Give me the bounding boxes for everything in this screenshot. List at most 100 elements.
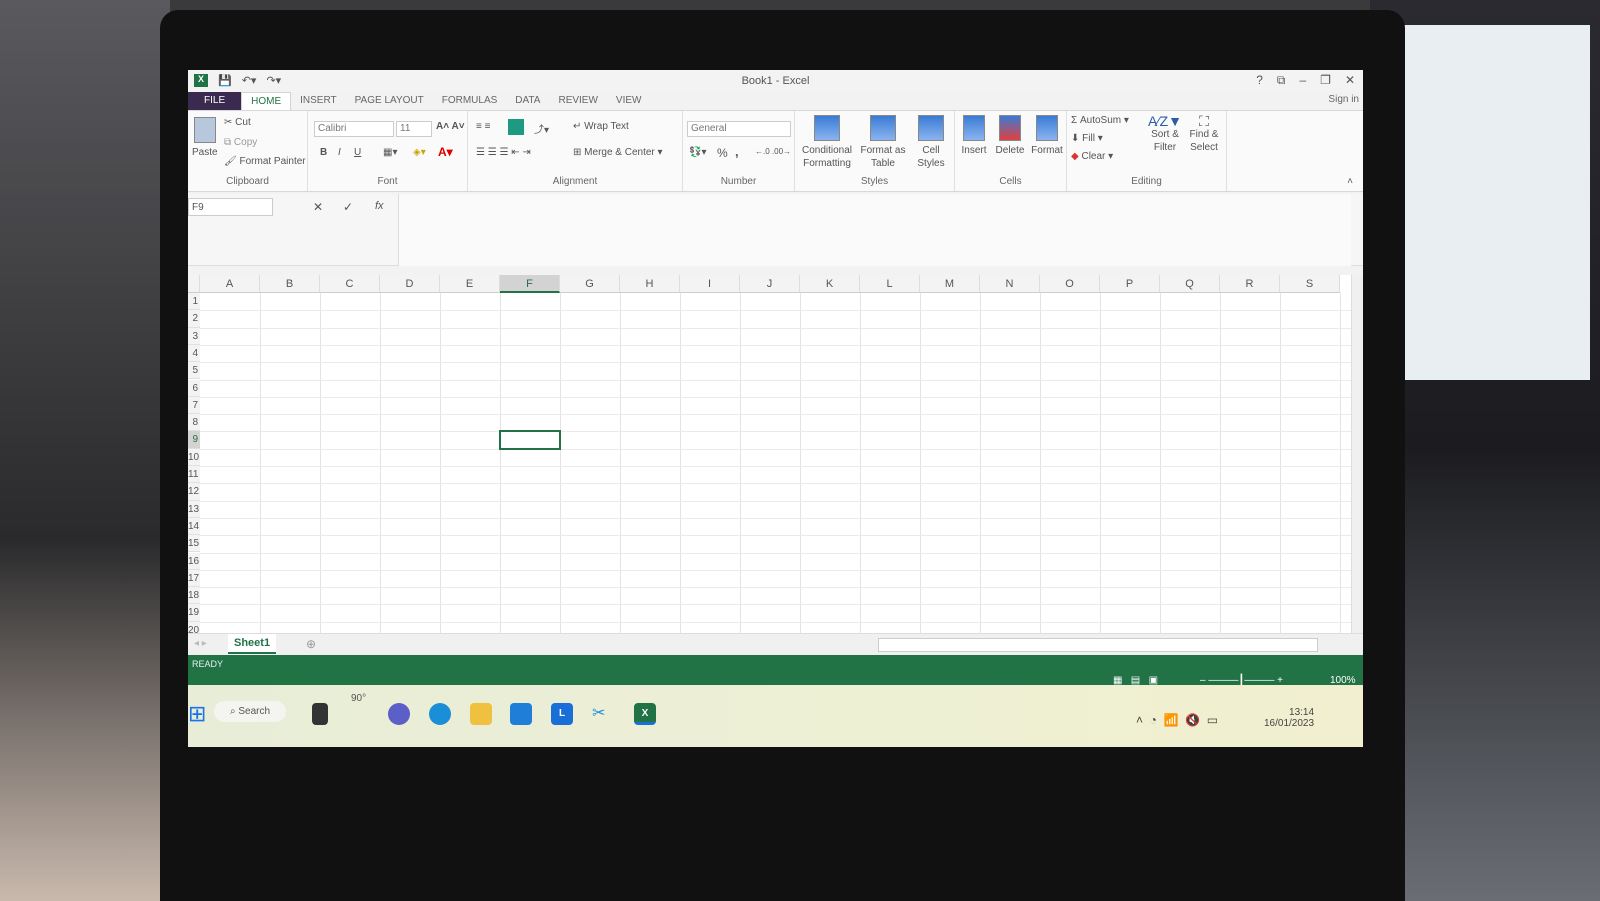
row-header-2[interactable]: 2 [188, 310, 200, 328]
tab-file[interactable]: FILE [188, 92, 242, 110]
row-header-13[interactable]: 13 [188, 500, 200, 518]
cancel-icon[interactable]: ✕ [313, 200, 323, 214]
edge-icon[interactable] [429, 703, 451, 725]
select-all-corner[interactable] [188, 275, 200, 293]
name-box[interactable]: F9 [188, 198, 273, 216]
row-header-1[interactable]: 1 [188, 293, 200, 311]
bold-button[interactable]: B [320, 147, 327, 158]
fill-color-icon[interactable]: ◈▾ [413, 147, 426, 158]
borders-icon[interactable]: ▦▾ [383, 147, 397, 158]
row-header-6[interactable]: 6 [188, 379, 200, 397]
insert-function-icon[interactable]: fx [375, 200, 384, 212]
worksheet-grid[interactable]: A B C D E F G H I J K L M N O P Q R S 1 2 3 4 5 6 7 8 9 10 11 12 13 14 15… [188, 275, 1351, 640]
column-header-M[interactable]: M [920, 275, 980, 293]
percent-button[interactable]: % [717, 146, 728, 160]
row-header-8[interactable]: 8 [188, 414, 200, 432]
row-header-10[interactable]: 10 [188, 448, 200, 466]
copy-button[interactable]: ⧉ Copy [224, 137, 257, 148]
sheet-nav-arrows[interactable]: ◂ ▸ [194, 638, 207, 649]
column-header-G[interactable]: G [560, 275, 620, 293]
file-explorer-icon[interactable] [470, 703, 492, 725]
sheet-tab[interactable]: Sheet1 [228, 634, 277, 654]
row-header-4[interactable]: 4 [188, 344, 200, 363]
column-header-I[interactable]: I [680, 275, 740, 293]
column-header-N[interactable]: N [980, 275, 1040, 293]
column-header-K[interactable]: K [800, 275, 860, 293]
task-view-icon[interactable] [312, 703, 328, 725]
italic-button[interactable]: I [338, 147, 341, 158]
merge-center-button[interactable]: ⊞ Merge & Center ▾ [573, 147, 663, 158]
row-header-18[interactable]: 18 [188, 587, 200, 605]
column-header-R[interactable]: R [1220, 275, 1280, 293]
underline-button[interactable]: U [354, 147, 361, 158]
formula-input[interactable] [398, 194, 1351, 266]
column-header-F[interactable]: F [500, 275, 560, 293]
column-header-E[interactable]: E [440, 275, 500, 293]
align-top-icons[interactable]: ≡ ≡ [476, 121, 490, 132]
row-header-3[interactable]: 3 [188, 327, 200, 345]
find-select-button[interactable]: ⛶ Find & Select [1185, 114, 1223, 154]
paste-button[interactable]: Paste [192, 117, 218, 159]
conditional-formatting-button[interactable]: Conditional Formatting [797, 115, 857, 170]
tab-insert[interactable]: INSERT [291, 92, 346, 110]
enter-icon[interactable]: ✓ [343, 200, 353, 214]
row-header-14[interactable]: 14 [188, 517, 200, 536]
sort-filter-button[interactable]: A⁄Z▼ Sort & Filter [1147, 114, 1183, 154]
font-size-select[interactable]: 11 [396, 121, 432, 137]
row-header-17[interactable]: 17 [188, 569, 200, 588]
format-cells-button[interactable]: Format [1029, 115, 1065, 157]
row-header-16[interactable]: 16 [188, 552, 200, 570]
snipping-tool-icon[interactable]: ✂ [592, 703, 614, 725]
insert-cells-button[interactable]: Insert [957, 115, 991, 157]
ribbon-display-icon[interactable]: ⧉ [1277, 73, 1286, 88]
tab-formulas[interactable]: FORMULAS [433, 92, 507, 110]
clear-button[interactable]: ◆ Clear ▾ [1071, 151, 1113, 162]
column-header-J[interactable]: J [740, 275, 800, 293]
format-painter-button[interactable]: 🖌 Format Painter [224, 156, 306, 167]
tab-review[interactable]: REVIEW [549, 92, 606, 110]
windows-start-icon[interactable]: ⊞ [188, 703, 210, 725]
new-sheet-icon[interactable]: ⊕ [306, 637, 316, 651]
row-header-15[interactable]: 15 [188, 535, 200, 553]
row-header-19[interactable]: 19 [188, 604, 200, 622]
minimize-icon[interactable]: – [1299, 73, 1306, 88]
column-header-C[interactable]: C [320, 275, 380, 293]
tab-home[interactable]: HOME [241, 92, 292, 110]
align-text-icons[interactable]: ☰ ☰ ☰ ⇤ ⇥ [476, 147, 531, 158]
orientation-icon[interactable]: ⤴▾ [534, 121, 549, 136]
row-header-5[interactable]: 5 [188, 362, 200, 380]
row-header-7[interactable]: 7 [188, 396, 200, 415]
decimal-icons[interactable]: ←.0 .00→ [755, 147, 791, 156]
app-l-icon[interactable]: L [551, 703, 573, 725]
autosum-button[interactable]: Σ AutoSum ▾ [1071, 115, 1129, 126]
column-header-D[interactable]: D [380, 275, 440, 293]
font-color-icon[interactable]: A▾ [438, 145, 453, 159]
row-header-12[interactable]: 12 [188, 483, 200, 501]
column-header-P[interactable]: P [1100, 275, 1160, 293]
row-header-11[interactable]: 11 [188, 466, 200, 484]
column-header-L[interactable]: L [860, 275, 920, 293]
tab-page-layout[interactable]: PAGE LAYOUT [346, 92, 433, 110]
clock[interactable]: 13:14 16/01/2023 [1264, 707, 1314, 729]
help-icon[interactable]: ? [1256, 73, 1263, 88]
comma-button[interactable]: , [735, 144, 739, 159]
excel-taskbar-icon[interactable]: X [634, 703, 656, 725]
format-as-table-button[interactable]: Format as Table [857, 115, 909, 170]
accounting-icon[interactable]: 💱▾ [689, 147, 706, 158]
column-header-S[interactable]: S [1280, 275, 1340, 293]
fill-button[interactable]: ⬇ Fill ▾ [1071, 133, 1103, 144]
font-size-icons[interactable]: A˄ A˅ [436, 121, 465, 132]
tab-data[interactable]: DATA [506, 92, 549, 110]
number-format-select[interactable]: General [687, 121, 791, 137]
teams-chat-icon[interactable] [388, 703, 410, 725]
column-header-B[interactable]: B [260, 275, 320, 293]
align-bottom-icon[interactable] [508, 119, 524, 135]
weather-widget[interactable]: 90° [351, 693, 366, 704]
horizontal-scrollbar[interactable] [878, 638, 1318, 652]
collapse-ribbon-icon[interactable]: ˄ [1347, 176, 1353, 187]
close-icon[interactable]: ✕ [1345, 73, 1355, 88]
row-header-9[interactable]: 9 [188, 431, 200, 449]
font-name-select[interactable]: Calibri [314, 121, 394, 137]
vertical-scrollbar[interactable] [1351, 275, 1363, 645]
cell-styles-button[interactable]: Cell Styles [911, 115, 951, 170]
